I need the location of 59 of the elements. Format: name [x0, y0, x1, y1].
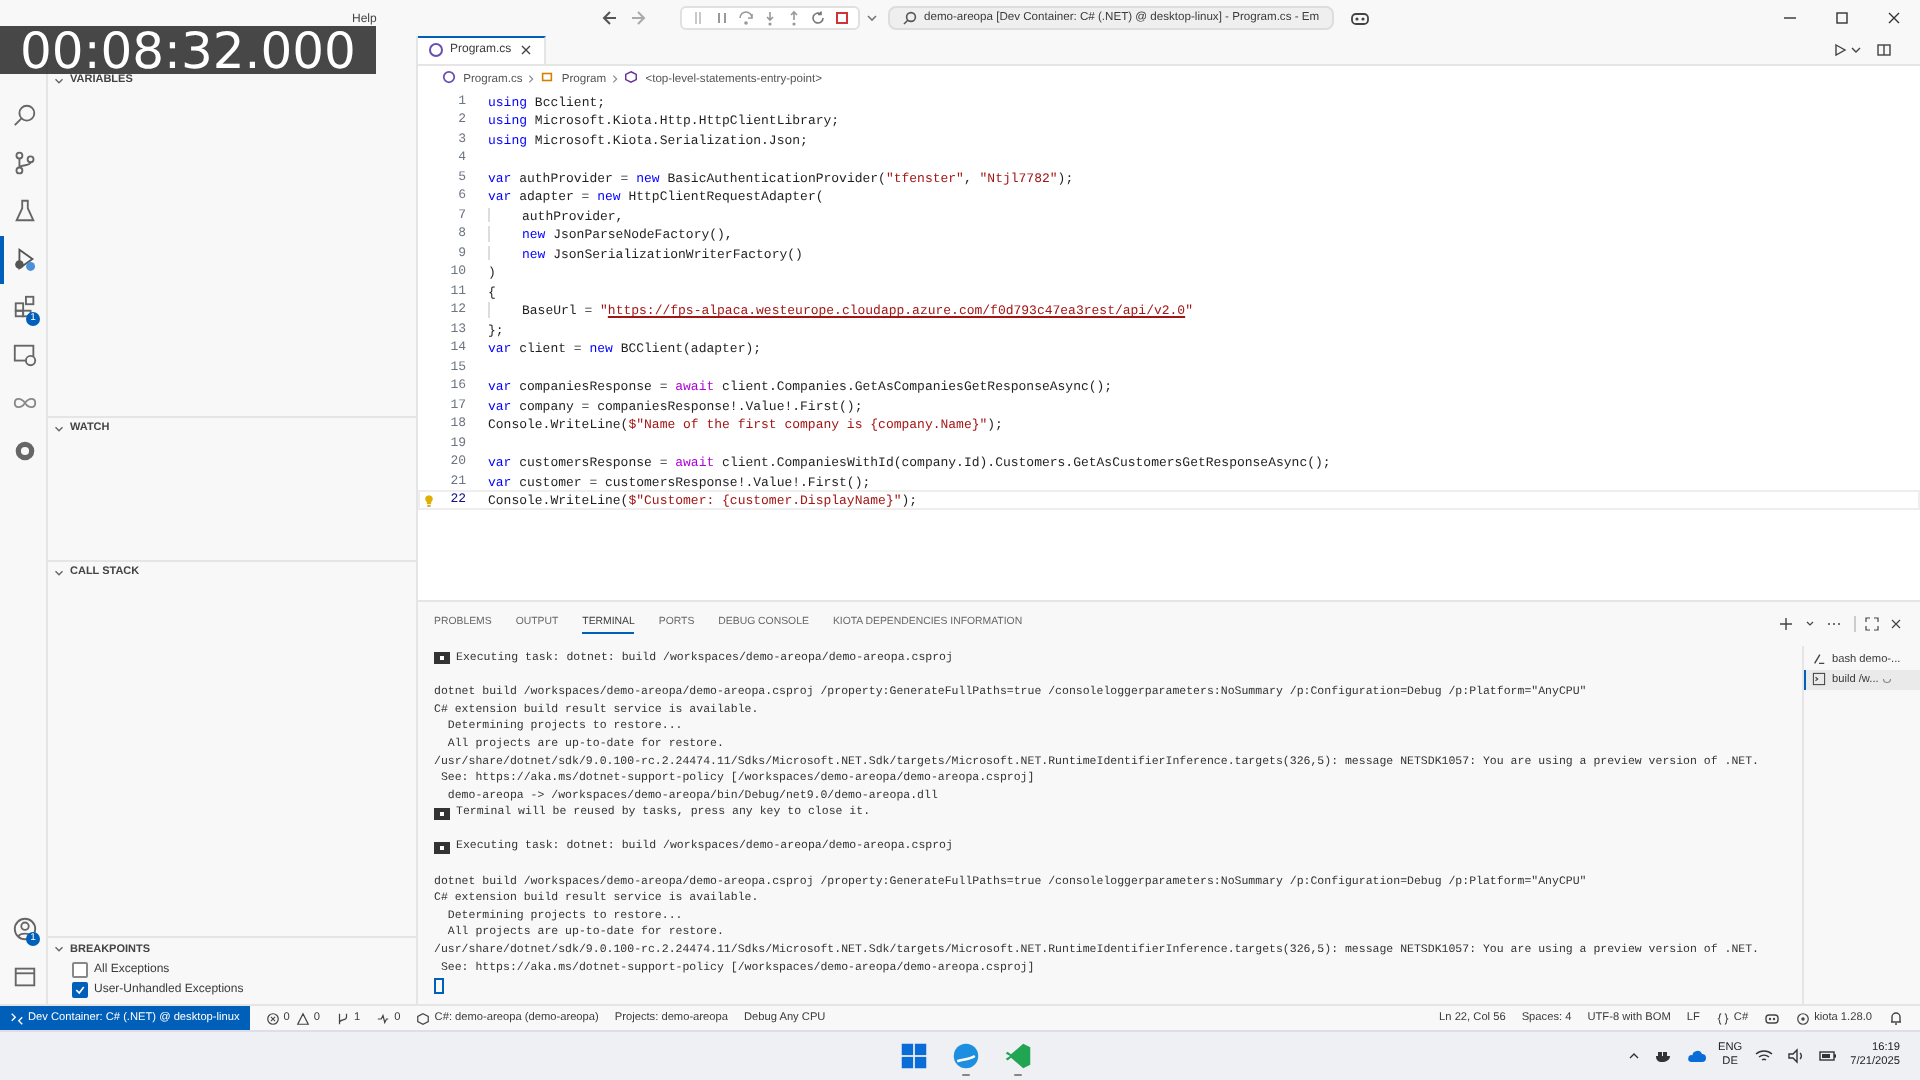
- chevron-icon: [610, 71, 621, 86]
- close-icon[interactable]: [1888, 615, 1904, 632]
- maximize-icon[interactable]: [1832, 7, 1852, 28]
- braces-icon: [1715, 1011, 1730, 1026]
- circle-icon: [1796, 1011, 1811, 1026]
- run-icon[interactable]: [1832, 41, 1848, 58]
- step-out-icon[interactable]: [786, 9, 802, 26]
- battery-icon[interactable]: [1818, 1046, 1839, 1067]
- error-icon: [265, 1011, 280, 1026]
- checkbox[interactable]: [72, 962, 88, 979]
- monitor-icon: [12, 342, 38, 369]
- window-icon: [12, 963, 38, 990]
- terminal-cursor: [434, 977, 444, 994]
- close-icon[interactable]: [517, 42, 534, 59]
- flask-icon: [12, 198, 38, 225]
- pulse-icon: [376, 1011, 391, 1026]
- speaker-icon[interactable]: [1786, 1046, 1807, 1067]
- cube-icon: [416, 1011, 431, 1026]
- branch-icon: [336, 1011, 351, 1026]
- chevron-icon: [52, 73, 66, 88]
- play-bug-icon: [12, 246, 38, 273]
- pause-icon[interactable]: [714, 9, 730, 26]
- terminal-icon: [1812, 672, 1826, 687]
- cloud-icon[interactable]: [1685, 1046, 1706, 1067]
- maximize-icon[interactable]: [1864, 615, 1880, 632]
- class-icon: [540, 70, 555, 85]
- warning-icon: [295, 1011, 310, 1026]
- whale-icon[interactable]: [1653, 1046, 1674, 1067]
- bell-icon[interactable]: [1888, 1010, 1904, 1027]
- search-icon: [12, 102, 38, 129]
- plus-icon[interactable]: [1778, 615, 1794, 632]
- caret-icon[interactable]: [864, 9, 880, 26]
- task-marker-icon: [434, 841, 450, 854]
- grip-icon[interactable]: [690, 9, 706, 26]
- account-icon: [12, 915, 38, 942]
- task-marker-icon: [434, 652, 450, 665]
- copilot-icon[interactable]: [1764, 1010, 1781, 1027]
- chevron-icon: [526, 71, 537, 86]
- checkbox[interactable]: [72, 982, 88, 999]
- step-over-icon[interactable]: [738, 9, 754, 26]
- chevron-icon: [52, 565, 66, 580]
- chevron-icon: [52, 942, 66, 957]
- step-into-icon[interactable]: [762, 9, 778, 26]
- remote-icon: [10, 1011, 24, 1026]
- timer-overlay: 00:08:32.000: [0, 26, 376, 74]
- gear-icon: [12, 438, 38, 465]
- task-marker-icon: [434, 807, 450, 820]
- close-icon[interactable]: [1884, 7, 1904, 28]
- blocks-icon: [12, 294, 38, 321]
- terminal-icon: [1812, 652, 1826, 667]
- chevron-icon: [52, 421, 66, 436]
- back-arrow-icon[interactable]: [600, 7, 620, 28]
- copilot-icon[interactable]: [1349, 7, 1370, 28]
- split-editor-icon[interactable]: [1876, 41, 1892, 58]
- branch-icon: [12, 150, 38, 177]
- restart-icon[interactable]: [810, 9, 826, 26]
- cube-icon: [624, 70, 639, 85]
- search-icon: [902, 9, 918, 26]
- stop-icon[interactable]: [834, 9, 850, 26]
